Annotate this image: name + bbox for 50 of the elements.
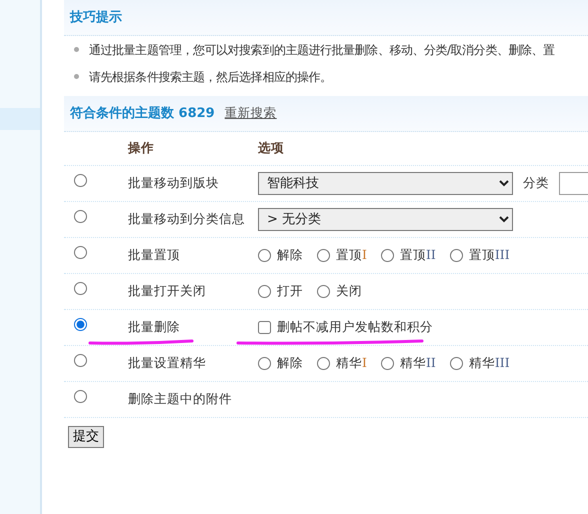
tips-title: 技巧提示 <box>70 8 122 27</box>
option-radio[interactable] <box>317 357 330 370</box>
option-radio[interactable] <box>317 249 330 262</box>
action-label: 删除主题中的附件 <box>128 390 233 408</box>
submit-button[interactable]: 提交 <box>68 426 104 448</box>
option-label: 解除 <box>277 246 303 264</box>
bullet-icon <box>74 47 79 52</box>
option-radio[interactable] <box>258 249 271 262</box>
option-label: 置顶III <box>468 246 510 264</box>
option-label: 置顶II <box>400 246 436 264</box>
action-radio[interactable] <box>74 318 87 332</box>
result-title: 符合条件的主题数 6829 <box>70 104 215 123</box>
option-label: 精华I <box>336 354 367 372</box>
action-radio[interactable] <box>74 246 87 260</box>
category-label: 分类 <box>523 174 549 192</box>
action-label: 批量删除 <box>128 318 181 336</box>
option-label: 精华II <box>400 354 436 372</box>
option-label: 精华III <box>468 354 510 372</box>
action-label: 批量设置精华 <box>128 354 207 372</box>
option-radio[interactable] <box>317 285 330 298</box>
action-label: 批量打开关闭 <box>128 282 207 300</box>
action-radio[interactable] <box>74 282 87 296</box>
option-radio[interactable] <box>258 357 271 370</box>
action-radio[interactable] <box>74 354 87 368</box>
action-radio[interactable] <box>74 210 87 224</box>
action-label: 批量移动到版块 <box>128 174 220 192</box>
tip-text: 请先根据条件搜索主题，然后选择相应的操作。 <box>89 68 332 86</box>
dropdown[interactable]: > 无分类 <box>258 208 513 231</box>
option-label: 删帖不减用户发帖数和积分 <box>277 318 433 336</box>
tip-text: 通过批量主题管理，您可以对搜索到的主题进行批量删除、移动、分类/取消分类、删除、置 <box>89 42 555 58</box>
option-label: 置顶I <box>336 246 367 264</box>
option-radio[interactable] <box>450 357 463 370</box>
column-header: 操作 <box>128 139 155 158</box>
bullet-icon <box>74 74 79 79</box>
action-label: 批量置顶 <box>128 246 181 264</box>
action-label: 批量移动到分类信息 <box>128 210 246 228</box>
action-radio[interactable] <box>74 390 87 404</box>
action-radio[interactable] <box>74 174 87 188</box>
checkbox[interactable] <box>258 321 271 334</box>
category-field[interactable] <box>559 172 588 195</box>
option-label: 打开 <box>277 282 303 300</box>
research-link[interactable]: 重新搜索 <box>224 104 277 123</box>
option-radio[interactable] <box>258 285 271 298</box>
column-header: 选项 <box>258 139 285 158</box>
option-radio[interactable] <box>380 249 394 262</box>
option-label: 关闭 <box>336 282 362 300</box>
option-radio[interactable] <box>380 357 394 370</box>
option-radio[interactable] <box>450 249 463 262</box>
option-label: 解除 <box>277 354 303 372</box>
dropdown[interactable]: 智能科技 <box>258 172 513 195</box>
